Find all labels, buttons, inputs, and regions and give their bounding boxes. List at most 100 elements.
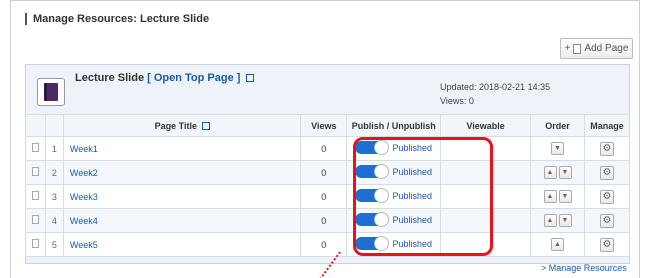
row-select-cell[interactable] <box>25 208 46 233</box>
row-select-cell[interactable] <box>25 136 46 161</box>
row-select-cell[interactable] <box>25 160 46 185</box>
toggle-switch[interactable] <box>355 140 390 155</box>
publish-toggle[interactable]: Published <box>355 140 432 155</box>
updated-text: Updated: 2018-02-21 14:35 <box>440 82 551 92</box>
views-text: Views: 0 <box>440 96 474 106</box>
publish-cell: Published <box>346 208 442 233</box>
order-cell: ▲ <box>530 232 585 257</box>
move-down-button[interactable]: ▼ <box>558 214 572 227</box>
table-row: 5 Week5 0 Published ▲ ⚙ <box>25 232 631 257</box>
publish-status: Published <box>392 214 432 225</box>
views-cell: 0 <box>300 160 348 185</box>
publish-toggle[interactable]: Published <box>355 236 432 251</box>
page-icon[interactable] <box>31 143 39 152</box>
move-up-button[interactable]: ▲ <box>543 214 557 227</box>
resource-meta: Updated: 2018-02-21 14:35 Views: 0 <box>440 80 550 108</box>
gear-icon[interactable]: ⚙ <box>599 141 614 156</box>
resource-name: Lecture Slide <box>75 72 145 84</box>
viewable-cell <box>440 184 532 209</box>
manage-cell: ⚙ <box>583 208 631 233</box>
row-select-cell[interactable] <box>25 184 46 209</box>
external-link-icon <box>201 122 210 131</box>
views-cell: 0 <box>300 184 348 209</box>
viewable-cell <box>440 160 532 185</box>
col-views: Views <box>300 114 348 137</box>
row-number: 5 <box>44 232 64 257</box>
page-title-cell: Week3 <box>62 184 302 209</box>
publish-status: Published <box>392 166 432 177</box>
page-icon[interactable] <box>31 239 39 248</box>
move-up-button[interactable]: ▲ <box>551 238 565 251</box>
order-cell: ▲ ▼ <box>530 160 585 185</box>
manage-cell: ⚙ <box>583 232 631 257</box>
gear-icon[interactable]: ⚙ <box>599 237 614 252</box>
page-title-link[interactable]: Week4 <box>64 216 98 226</box>
page-icon[interactable] <box>31 215 39 224</box>
page-title-cell: Week2 <box>62 160 302 185</box>
page-title-link[interactable]: Week3 <box>64 192 98 202</box>
book-icon <box>37 78 65 106</box>
move-up-button[interactable]: ▲ <box>543 166 557 179</box>
move-down-button[interactable]: ▼ <box>558 190 572 203</box>
page-icon[interactable] <box>31 167 39 176</box>
gear-icon[interactable]: ⚙ <box>599 189 614 204</box>
page-icon[interactable] <box>31 191 39 200</box>
publish-cell: Published <box>346 232 442 257</box>
toggle-switch[interactable] <box>355 236 390 251</box>
order-cell: ▼ <box>530 136 585 161</box>
col-viewable: Viewable <box>440 114 532 137</box>
col-page-title: Page Title <box>62 114 302 137</box>
col-icon <box>25 114 46 137</box>
viewable-cell <box>440 136 532 161</box>
col-order: Order <box>530 114 585 137</box>
row-number: 3 <box>44 184 64 209</box>
manage-resources-link[interactable]: > Manage Resources <box>541 263 627 273</box>
open-top-page-link[interactable]: [ Open Top Page ] <box>147 72 240 84</box>
add-page-label: Add Page <box>584 43 629 54</box>
add-page-button[interactable]: + Add Page <box>560 38 633 59</box>
manage-cell: ⚙ <box>583 160 631 185</box>
resource-header: Lecture Slide [ Open Top Page ] <box>75 72 254 84</box>
external-link-icon[interactable] <box>245 74 254 83</box>
publish-cell: Published <box>346 136 442 161</box>
views-cell: 0 <box>300 232 348 257</box>
gear-icon[interactable]: ⚙ <box>599 165 614 180</box>
publish-cell: Published <box>346 160 442 185</box>
toggle-switch[interactable] <box>355 188 390 203</box>
views-cell: 0 <box>300 136 348 161</box>
row-select-cell[interactable] <box>25 232 46 257</box>
publish-toggle[interactable]: Published <box>355 164 432 179</box>
publish-status: Published <box>392 238 432 249</box>
gear-icon[interactable]: ⚙ <box>599 213 614 228</box>
page-title: Manage Resources: Lecture Slide <box>25 13 209 25</box>
move-down-button[interactable]: ▼ <box>558 166 572 179</box>
col-manage: Manage <box>583 114 631 137</box>
page-title-link[interactable]: Week1 <box>64 144 98 154</box>
row-number: 1 <box>44 136 64 161</box>
table-row: 1 Week1 0 Published ▼ ⚙ <box>25 136 631 161</box>
table-row: 4 Week4 0 Published ▲ ▼ ⚙ <box>25 208 631 233</box>
publish-cell: Published <box>346 184 442 209</box>
views-cell: 0 <box>300 208 348 233</box>
page-title-cell: Week4 <box>62 208 302 233</box>
publish-toggle[interactable]: Published <box>355 188 432 203</box>
viewable-cell <box>440 232 532 257</box>
table-row: 2 Week2 0 Published ▲ ▼ ⚙ <box>25 160 631 185</box>
plus-icon: + <box>564 43 571 54</box>
order-cell: ▲ ▼ <box>530 184 585 209</box>
publish-toggle[interactable]: Published <box>355 212 432 227</box>
viewable-cell <box>440 208 532 233</box>
page-title-cell: Week5 <box>62 232 302 257</box>
page-title-link[interactable]: Week2 <box>64 168 98 178</box>
manage-cell: ⚙ <box>583 136 631 161</box>
row-number: 2 <box>44 160 64 185</box>
move-up-button[interactable]: ▲ <box>543 190 557 203</box>
move-down-button[interactable]: ▼ <box>551 142 565 155</box>
page-title-link[interactable]: Week5 <box>64 240 98 250</box>
table-row: 3 Week3 0 Published ▲ ▼ ⚙ <box>25 184 631 209</box>
toggle-switch[interactable] <box>355 164 390 179</box>
col-num <box>44 114 64 137</box>
page-title-cell: Week1 <box>62 136 302 161</box>
row-number: 4 <box>44 208 64 233</box>
toggle-switch[interactable] <box>355 212 390 227</box>
